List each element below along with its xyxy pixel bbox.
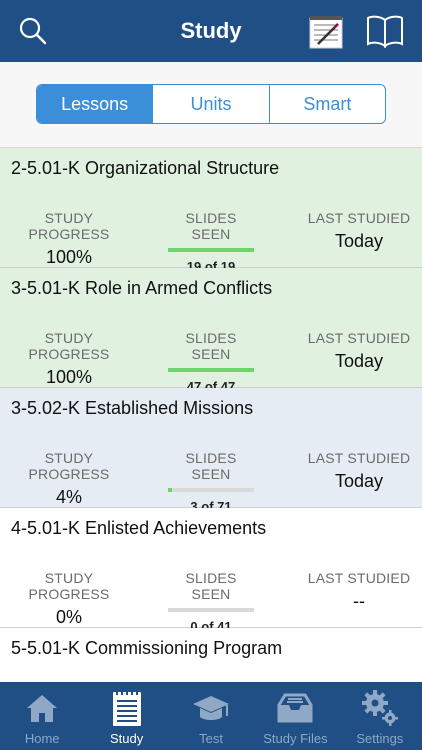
- gears-icon: [361, 690, 398, 726]
- study-progress: STUDY PROGRESS 100%: [8, 330, 130, 388]
- study-icon: [112, 689, 141, 726]
- study-progress-value: 100%: [45, 247, 93, 267]
- tab-study-files[interactable]: Study Files: [253, 682, 337, 750]
- study-progress: STUDY PROGRESS 100%: [8, 210, 130, 268]
- home-icon: [27, 695, 58, 722]
- segment-smart[interactable]: Smart: [268, 85, 385, 123]
- lesson-title: 5-5.01-K Commissioning Program: [11, 638, 283, 658]
- study-progress-value: 0%: [55, 607, 82, 627]
- lesson-title: 2-5.01-K Organizational Structure: [11, 158, 280, 178]
- study-progress-label: STUDY PROGRESS: [28, 450, 110, 482]
- last-studied-label: LAST STUDIED: [307, 210, 411, 226]
- study-progress: STUDY PROGRESS 0%: [8, 570, 130, 628]
- lesson-row[interactable]: 2-5.01-K Organizational Structure STUDY …: [0, 148, 422, 274]
- last-studied-label: LAST STUDIED: [307, 570, 411, 586]
- graduation-cap-icon: [193, 696, 230, 720]
- slides-seen-label: SLIDES SEEN: [185, 450, 237, 482]
- top-navigation-bar: Study: [0, 0, 422, 62]
- last-studied-value: --: [353, 591, 365, 611]
- last-studied-label: LAST STUDIED: [307, 450, 411, 466]
- segmented-control: Lessons Units Smart: [36, 84, 386, 124]
- lesson-list: 2-5.01-K Organizational Structure STUDY …: [0, 148, 422, 684]
- last-studied: LAST STUDIED Today: [300, 330, 418, 372]
- tab-label: Settings: [356, 731, 404, 746]
- tab-test[interactable]: Test: [169, 682, 253, 750]
- tab-home[interactable]: Home: [0, 682, 84, 750]
- tab-label: Test: [199, 731, 223, 746]
- lesson-title: 3-5.02-K Established Missions: [11, 398, 254, 418]
- book-icon[interactable]: [366, 14, 404, 48]
- slides-progress-bar: [168, 368, 254, 372]
- slides-seen: SLIDES SEEN 47 of 47: [165, 330, 257, 394]
- lesson-row[interactable]: 3-5.01-K Role in Armed Conflicts STUDY P…: [0, 268, 422, 394]
- last-studied: LAST STUDIED --: [300, 570, 418, 612]
- slides-seen: SLIDES SEEN 0 of 41: [165, 570, 257, 634]
- study-progress: STUDY PROGRESS 4%: [8, 450, 130, 508]
- last-studied: LAST STUDIED Today: [300, 210, 418, 252]
- last-studied-label: LAST STUDIED: [307, 330, 411, 346]
- bottom-tab-bar: Home Study Test Study Files Settings: [0, 682, 422, 750]
- study-progress-label: STUDY PROGRESS: [28, 330, 110, 362]
- view-selector: Lessons Units Smart: [0, 62, 422, 148]
- lesson-row[interactable]: 3-5.02-K Established Missions STUDY PROG…: [0, 388, 422, 514]
- last-studied-value: Today: [334, 231, 384, 251]
- slides-progress-bar: [168, 488, 254, 492]
- segment-units[interactable]: Units: [152, 85, 268, 123]
- last-studied-value: Today: [334, 351, 384, 371]
- tab-study[interactable]: Study: [84, 682, 168, 750]
- study-progress-value: 4%: [55, 487, 82, 507]
- lesson-row[interactable]: 4-5.01-K Enlisted Achievements STUDY PRO…: [0, 508, 422, 634]
- page-title: Study: [180, 18, 242, 43]
- last-studied-value: Today: [334, 471, 384, 491]
- lesson-row[interactable]: 5-5.01-K Commissioning Program: [0, 628, 422, 684]
- study-progress-value: 100%: [45, 367, 93, 387]
- slides-progress-bar: [168, 608, 254, 612]
- slides-seen-label: SLIDES SEEN: [185, 570, 237, 602]
- slides-seen: SLIDES SEEN 3 of 71: [165, 450, 257, 514]
- notepad-icon[interactable]: [308, 14, 344, 50]
- lesson-title: 3-5.01-K Role in Armed Conflicts: [11, 278, 273, 298]
- study-progress-label: STUDY PROGRESS: [28, 570, 110, 602]
- inbox-icon: [277, 693, 313, 723]
- tab-label: Study: [109, 731, 144, 746]
- slides-seen-label: SLIDES SEEN: [185, 330, 237, 362]
- slides-progress-fill: [168, 248, 254, 252]
- tab-settings[interactable]: Settings: [338, 682, 422, 750]
- lesson-title: 4-5.01-K Enlisted Achievements: [11, 518, 267, 538]
- segment-lessons[interactable]: Lessons: [37, 85, 153, 123]
- slides-progress-fill: [168, 368, 254, 372]
- tab-label: Home: [24, 731, 60, 746]
- study-progress-label: STUDY PROGRESS: [28, 210, 110, 242]
- tab-label: Study Files: [263, 731, 328, 746]
- slides-seen-label: SLIDES SEEN: [185, 210, 237, 242]
- last-studied: LAST STUDIED Today: [300, 450, 418, 492]
- slides-progress-bar: [168, 248, 254, 252]
- slides-progress-fill: [168, 488, 172, 492]
- slides-seen: SLIDES SEEN 19 of 19: [165, 210, 257, 274]
